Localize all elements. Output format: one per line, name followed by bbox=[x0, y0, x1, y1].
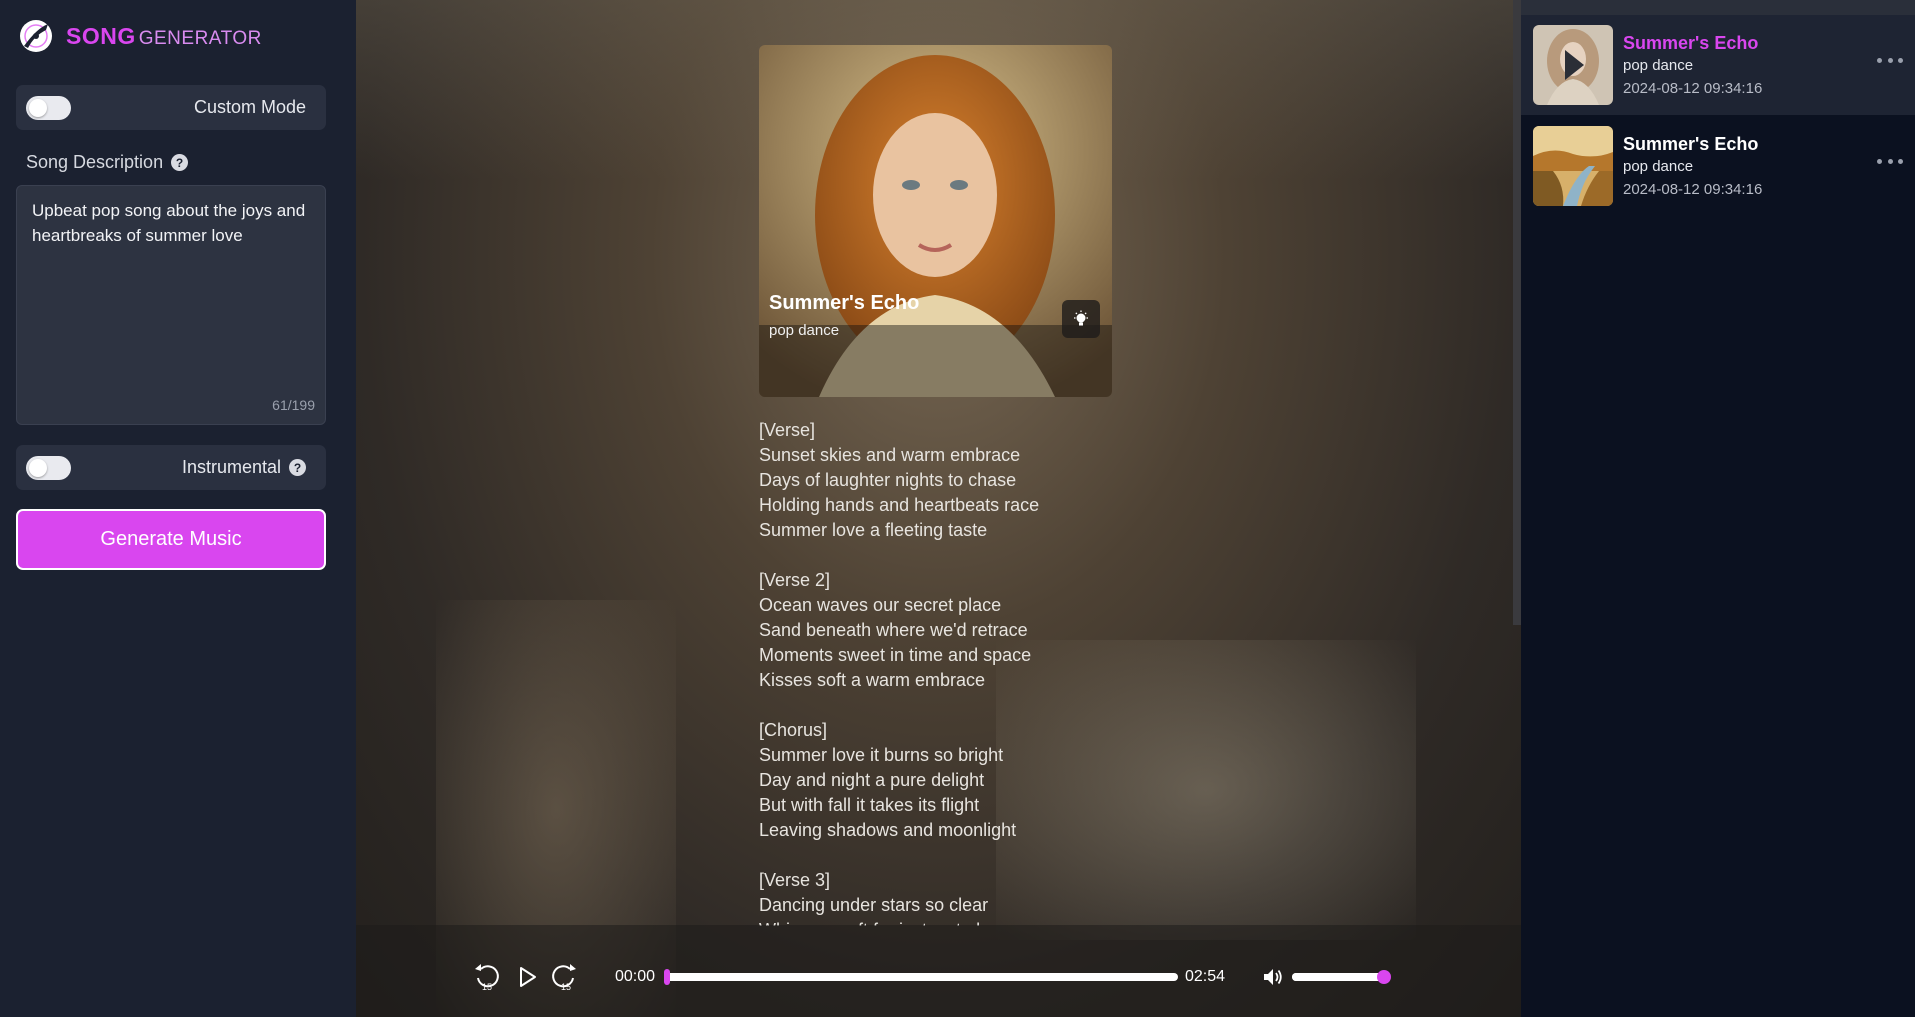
instrumental-label: Instrumental bbox=[181, 457, 281, 477]
song-thumbnail[interactable] bbox=[1533, 126, 1613, 206]
instrumental-row: Instrumental ? bbox=[16, 445, 326, 490]
lightbulb-button[interactable] bbox=[1062, 300, 1100, 338]
forward-15-label: 15 bbox=[561, 982, 571, 991]
song-description-label: Song Description bbox=[26, 152, 164, 172]
custom-mode-label: Custom Mode bbox=[193, 97, 306, 117]
ellipsis-icon[interactable] bbox=[1877, 154, 1903, 168]
song-thumbnail-art bbox=[1533, 126, 1613, 206]
custom-mode-row: Custom Mode bbox=[16, 85, 326, 130]
song-list-item[interactable]: Summer's Echo pop dance 2024-08-12 09:34… bbox=[1521, 15, 1915, 115]
lightbulb-icon bbox=[1074, 310, 1088, 326]
song-genre: pop dance bbox=[1623, 158, 1694, 175]
forward-15-icon: 15 bbox=[552, 964, 576, 991]
progress-bar[interactable] bbox=[664, 969, 1178, 985]
play-button[interactable] bbox=[514, 963, 540, 991]
volume-button[interactable] bbox=[1260, 963, 1286, 991]
volume-icon bbox=[1264, 969, 1282, 985]
logo-secondary-text: GENERATOR bbox=[138, 27, 262, 49]
play-icon bbox=[1565, 50, 1584, 80]
current-time: 00:00 bbox=[615, 968, 656, 985]
generate-music-button[interactable]: Generate Music bbox=[16, 509, 326, 570]
rewind-15-icon: 15 bbox=[475, 964, 499, 991]
custom-mode-toggle[interactable] bbox=[26, 95, 71, 120]
song-description-heading: Song Description ? bbox=[26, 152, 189, 173]
song-date: 2024-08-12 09:34:16 bbox=[1623, 80, 1763, 97]
duration: 02:54 bbox=[1185, 968, 1226, 985]
song-title[interactable]: Summer's Echo bbox=[1623, 33, 1758, 54]
song-description-textarea[interactable]: Upbeat pop song about the joys and heart… bbox=[16, 185, 326, 425]
now-playing-area: Summer's Echo pop dance [Verse] Sunset s… bbox=[356, 0, 1521, 1017]
now-playing-genre: pop dance bbox=[769, 322, 840, 339]
song-title[interactable]: Summer's Echo bbox=[1623, 134, 1758, 155]
volume-fill bbox=[1292, 973, 1384, 981]
instrumental-toggle[interactable] bbox=[26, 455, 71, 480]
vinyl-note-icon bbox=[18, 18, 54, 54]
rewind-15-label: 15 bbox=[482, 982, 492, 991]
question-circle-icon[interactable]: ? bbox=[171, 154, 189, 171]
ellipsis-icon[interactable] bbox=[1877, 53, 1903, 67]
scrollbar[interactable] bbox=[1513, 0, 1521, 625]
song-thumbnail[interactable] bbox=[1533, 25, 1613, 105]
song-description-value: Upbeat pop song about the joys and heart… bbox=[32, 201, 306, 245]
instrumental-heading: Instrumental ? bbox=[182, 457, 306, 478]
song-date: 2024-08-12 09:34:16 bbox=[1623, 181, 1763, 198]
song-genre: pop dance bbox=[1623, 57, 1694, 74]
album-cover bbox=[759, 45, 1112, 397]
volume-thumb[interactable] bbox=[1377, 970, 1391, 984]
volume-slider[interactable] bbox=[1292, 970, 1391, 984]
logo-primary-text: SONG bbox=[66, 22, 136, 49]
lyrics-text: [Verse] Sunset skies and warm embrace Da… bbox=[759, 420, 1040, 926]
char-counter: 61/199 bbox=[272, 397, 315, 413]
app-logo[interactable]: SONG GENERATOR bbox=[18, 18, 262, 54]
question-circle-icon[interactable]: ? bbox=[289, 459, 306, 476]
play-icon bbox=[520, 967, 536, 987]
now-playing-title: Summer's Echo bbox=[769, 292, 920, 314]
forward-15-button[interactable]: 15 bbox=[550, 963, 578, 991]
sidebar: SONG GENERATOR Custom Mode Song Descripti… bbox=[0, 0, 356, 1017]
song-list-panel: Summer's Echo pop dance 2024-08-12 09:34… bbox=[1521, 0, 1915, 1017]
song-list-item[interactable]: Summer's Echo pop dance 2024-08-12 09:34… bbox=[1521, 116, 1915, 216]
rewind-15-button[interactable]: 15 bbox=[473, 963, 501, 991]
progress-thumb[interactable] bbox=[664, 969, 670, 985]
panel-header-strip bbox=[1521, 0, 1915, 15]
